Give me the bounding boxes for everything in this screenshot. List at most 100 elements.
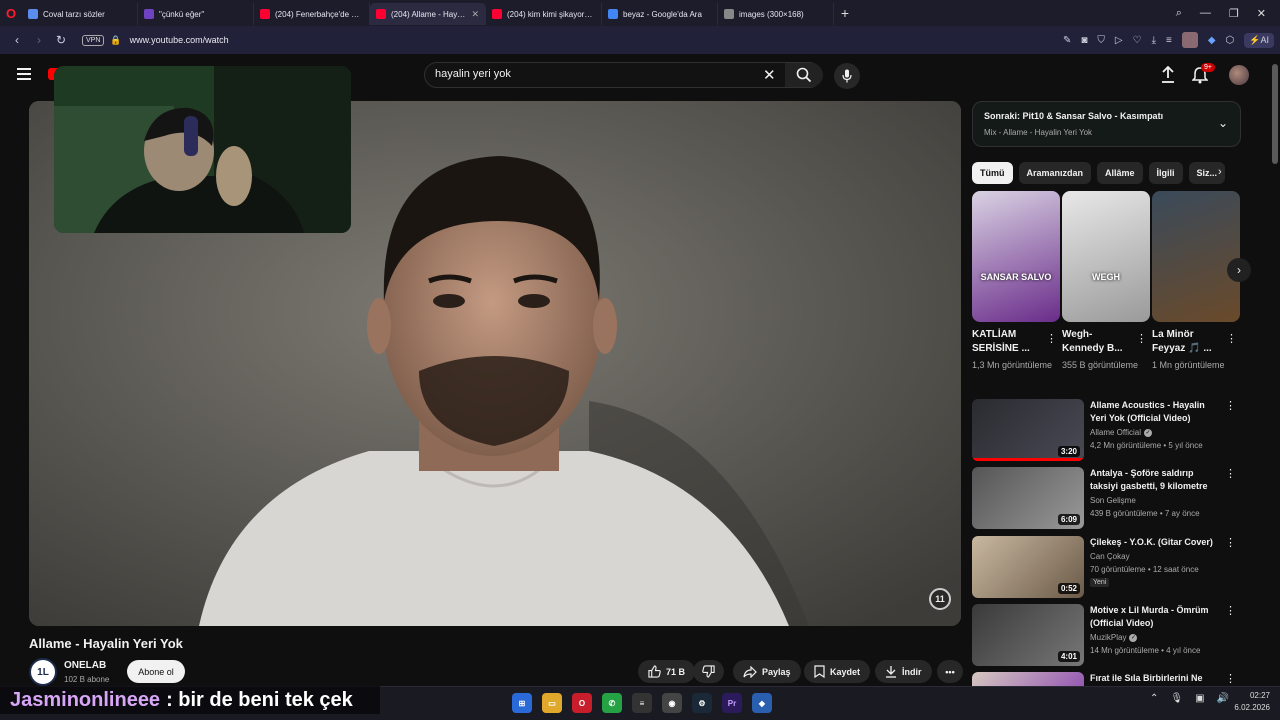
guide-menu-icon[interactable] (17, 68, 31, 80)
ai-button[interactable]: ⚡AI (1244, 32, 1274, 48)
video-title[interactable]: Çilekeş - Y.O.K. (Gitar Cover) (1090, 536, 1222, 549)
opera-browser-icon[interactable]: O (572, 693, 592, 713)
more-vert-icon[interactable]: ⋮ (1225, 672, 1236, 685)
tray-chevron-icon[interactable]: ⌃ (1150, 693, 1158, 704)
up-next-panel[interactable]: Sonraki: Pit10 & Sansar Salvo - Kasımpat… (972, 101, 1241, 147)
save-button[interactable]: Kaydet (804, 660, 871, 683)
obs-icon[interactable]: ◉ (662, 693, 682, 713)
video-thumbnail[interactable] (972, 672, 1084, 686)
browser-tab[interactable]: images (300×168) (718, 3, 834, 25)
browser-tab[interactable]: "çünkü eğer" (138, 3, 254, 25)
search-tabs-icon[interactable]: ⌕ (1176, 7, 1182, 20)
url-field[interactable]: www.youtube.com/watch (130, 35, 229, 45)
video-title[interactable]: Allame Acoustics - Hayalin Yeri Yok (Off… (1090, 399, 1222, 425)
share-button[interactable]: Paylaş (733, 660, 801, 683)
more-vert-icon[interactable]: ⋮ (1136, 332, 1147, 345)
video-title[interactable]: Fırat ile Sıla Birbirlerini Ne (1090, 672, 1222, 685)
video-channel-name[interactable]: Allame Official ✓ (1090, 428, 1152, 437)
close-tab-icon[interactable]: ✕ (471, 9, 479, 20)
video-title[interactable]: Antalya - Şoföre saldırıp taksiyi gasbet… (1090, 467, 1222, 493)
more-vert-icon[interactable]: ⋮ (1225, 604, 1236, 617)
download-icon[interactable]: ⤓ (1152, 35, 1156, 46)
short-title[interactable]: Wegh-Kennedy B... (1062, 328, 1134, 356)
start-menu-icon[interactable]: ⊞ (512, 693, 532, 713)
edit-icon[interactable]: ✎ (1063, 35, 1071, 46)
filter-chip[interactable]: Allâme (1097, 162, 1143, 184)
shelf-next-button[interactable]: › (1227, 258, 1251, 282)
more-vert-icon[interactable]: ⋮ (1225, 399, 1236, 412)
app-icon[interactable]: ◆ (752, 693, 772, 713)
forward-button[interactable]: › (28, 29, 50, 51)
profile-icon[interactable] (1181, 32, 1198, 48)
video-channel-name[interactable]: Son Gelişme (1090, 496, 1136, 505)
like-button[interactable]: 71 B (638, 660, 696, 683)
recommendation-item[interactable]: 3:20 Allame Acoustics - Hayalin Yeri Yok … (972, 399, 1240, 463)
recommendation-item[interactable]: 6:09 Antalya - Şoföre saldırıp taksiyi ga… (972, 467, 1240, 531)
search-button[interactable] (785, 63, 823, 87)
short-title[interactable]: La Minör Feyyaz 🎵 ... (1152, 328, 1224, 356)
clear-search-icon[interactable]: ✕ (763, 66, 776, 84)
network-icon[interactable]: ▣ (1195, 693, 1204, 704)
download-button[interactable]: İndir (875, 660, 932, 683)
menu-icon[interactable]: ≡ (1166, 35, 1172, 46)
browser-tab[interactable]: (204) Fenerbahçe'de Kant... (254, 3, 370, 25)
short-thumbnail[interactable]: WEGH (1062, 191, 1150, 322)
voice-search-button[interactable] (834, 63, 860, 89)
back-button[interactable]: ‹ (6, 29, 28, 51)
more-vert-icon[interactable]: ⋮ (1226, 332, 1237, 345)
dislike-button[interactable] (693, 660, 724, 683)
video-thumbnail[interactable]: 3:20 (972, 399, 1084, 461)
shield-icon[interactable]: ⛉ (1097, 35, 1105, 46)
heart-icon[interactable]: ♡ (1133, 35, 1142, 46)
scrollbar-thumb[interactable] (1272, 64, 1278, 164)
video-thumbnail[interactable]: 6:09 (972, 467, 1084, 529)
more-actions-button[interactable]: ••• (937, 660, 963, 683)
video-channel-name[interactable]: Can Çokay (1090, 552, 1130, 561)
cube-icon[interactable]: ⬡ (1226, 35, 1235, 46)
browser-tab[interactable]: (204) kim kimi şikayorsa si... (486, 3, 602, 25)
video-thumbnail[interactable]: 0:52 (972, 536, 1084, 598)
search-input[interactable]: hayalin yeri yok (435, 68, 755, 80)
extension-icon[interactable]: ◆ (1208, 35, 1216, 46)
more-vert-icon[interactable]: ⋮ (1225, 467, 1236, 480)
channel-avatar[interactable]: 1L (29, 658, 57, 686)
channel-watermark-icon[interactable]: 11 (929, 588, 951, 610)
more-vert-icon[interactable]: ⋮ (1046, 332, 1057, 345)
camera-icon[interactable]: ◙ (1081, 35, 1087, 46)
video-thumbnail[interactable]: 4:01 (972, 604, 1084, 666)
terminal-icon[interactable]: ≡ (632, 693, 652, 713)
filter-chip[interactable]: Aramanızdan (1018, 162, 1092, 184)
browser-tab[interactable]: (204) Allame - Hayalin... ✕ (370, 3, 486, 25)
close-window-button[interactable]: ✕ (1257, 7, 1266, 20)
short-thumbnail[interactable]: SANSAR SALVO (972, 191, 1060, 322)
steam-icon[interactable]: ⚙ (692, 693, 712, 713)
premiere-pro-icon[interactable]: Pr (722, 693, 742, 713)
channel-name[interactable]: ONELAB (64, 660, 106, 671)
filter-chip[interactable]: Tümü (972, 162, 1013, 184)
chevron-down-icon[interactable]: ⌄ (1218, 116, 1228, 130)
short-thumbnail[interactable] (1152, 191, 1240, 322)
upload-button[interactable] (1160, 65, 1176, 89)
vpn-badge[interactable]: VPN (82, 34, 105, 46)
short-video-card[interactable]: WEGH Wegh-Kennedy B... ⋮ 355 B görüntüleme (1062, 191, 1150, 370)
file-explorer-icon[interactable]: ▭ (542, 693, 562, 713)
more-vert-icon[interactable]: ⋮ (1225, 536, 1236, 549)
browser-tab[interactable]: beyaz - Google'da Ara (602, 3, 718, 25)
new-tab-button[interactable]: + (834, 5, 856, 21)
account-avatar[interactable] (1229, 65, 1249, 85)
microphone-tray-icon[interactable]: 🎙 (1170, 693, 1183, 704)
recommendation-item[interactable]: Fırat ile Sıla Birbirlerini Ne ⋮ (972, 672, 1240, 686)
page-scrollbar[interactable] (1270, 54, 1280, 686)
play-icon[interactable]: ▷ (1115, 35, 1123, 46)
chevron-right-icon[interactable]: › (1218, 166, 1222, 178)
opera-logo-icon[interactable]: O (0, 0, 22, 26)
volume-icon[interactable]: 🔊 (1217, 693, 1229, 704)
short-video-card[interactable]: La Minör Feyyaz 🎵 ... ⋮ 1 Mn görüntüleme (1152, 191, 1240, 370)
browser-tab[interactable]: Coval tarzı sözler (22, 3, 138, 25)
recommendation-item[interactable]: 0:52 Çilekeş - Y.O.K. (Gitar Cover) Can Ço… (972, 536, 1240, 600)
minimize-button[interactable]: — (1200, 7, 1211, 19)
reload-button[interactable]: ↻ (50, 29, 72, 51)
maximize-button[interactable]: ❐ (1229, 7, 1239, 20)
video-title[interactable]: Motive x Lil Murda - Ömrüm (Official Vid… (1090, 604, 1222, 630)
video-channel-name[interactable]: MuzikPlay ✓ (1090, 633, 1138, 642)
